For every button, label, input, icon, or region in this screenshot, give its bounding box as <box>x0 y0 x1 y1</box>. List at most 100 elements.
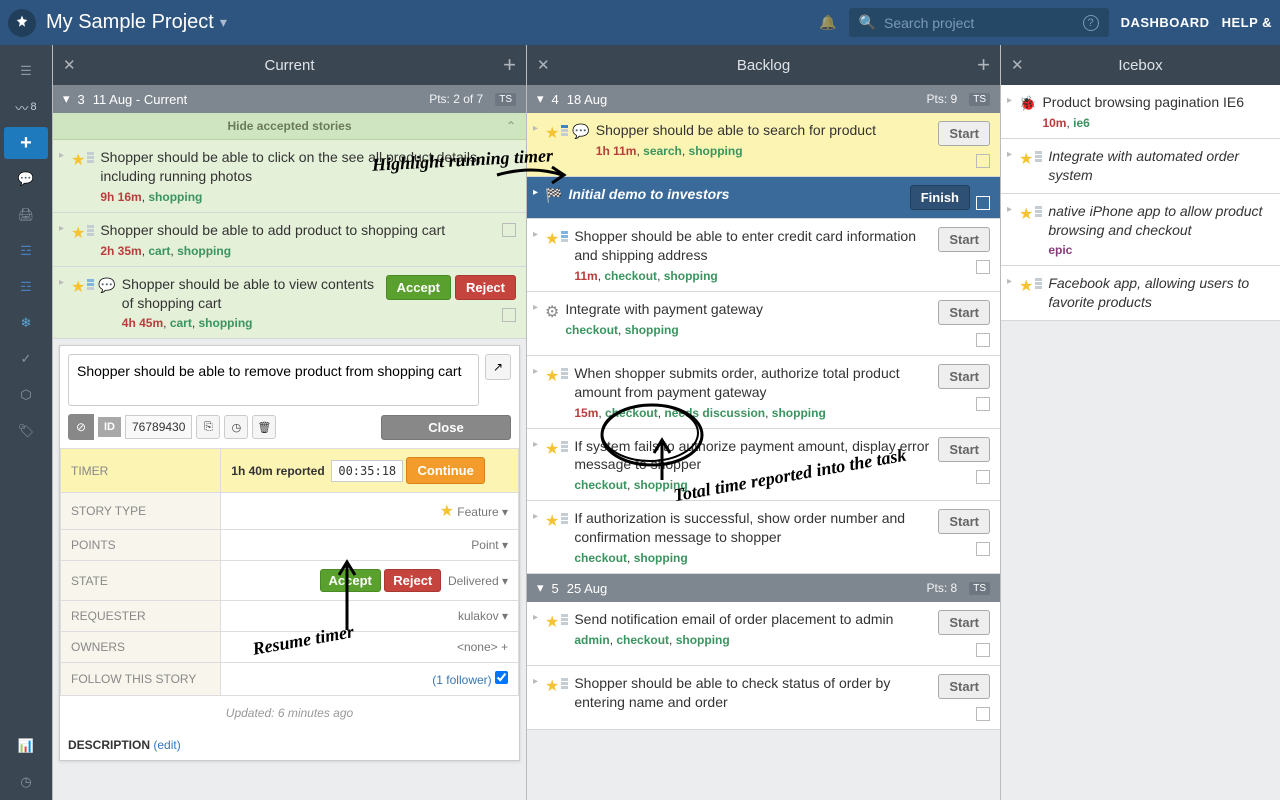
title-input[interactable] <box>68 354 479 406</box>
checkbox[interactable] <box>976 542 990 556</box>
star-icon: ★ <box>545 123 559 143</box>
story-row[interactable]: ▸★ If system fails to authorize payment … <box>527 429 1000 502</box>
close-icon[interactable]: ✕ <box>537 56 550 74</box>
story-row[interactable]: ▸⚙ Integrate with payment gateway checko… <box>527 292 1000 356</box>
story-row[interactable]: ▸★ Shopper should be able to click on th… <box>53 140 526 213</box>
copy-icon[interactable]: ⎘ <box>196 415 220 439</box>
activity-icon[interactable]: 〰 8 <box>4 91 48 123</box>
story-row[interactable]: ▸★ Shopper should be able to check statu… <box>527 666 1000 730</box>
follow-checkbox[interactable] <box>495 671 508 684</box>
history-icon[interactable]: ◷ <box>224 415 248 439</box>
add-button[interactable]: + <box>4 127 48 159</box>
iteration-header[interactable]: ▾3 11 Aug - Current Pts: 2 of 7TS <box>53 85 526 113</box>
dashboard-link[interactable]: DASHBOARD <box>1121 15 1210 30</box>
help-link[interactable]: HELP & <box>1222 15 1272 30</box>
help-icon[interactable]: ? <box>1083 15 1099 31</box>
close-icon[interactable]: ✕ <box>63 56 76 74</box>
accept-button[interactable]: Accept <box>386 275 451 300</box>
hide-accepted-toggle[interactable]: Hide accepted stories⌃ <box>53 113 526 140</box>
checkbox[interactable] <box>502 223 516 237</box>
checkbox[interactable] <box>976 397 990 411</box>
start-button[interactable]: Start <box>938 509 990 534</box>
search-input[interactable] <box>884 15 1075 31</box>
checkbox[interactable] <box>976 154 990 168</box>
start-button[interactable]: Start <box>938 437 990 462</box>
reject-button[interactable]: Reject <box>384 569 441 592</box>
close-button[interactable]: Close <box>381 415 511 440</box>
story-row[interactable]: ▸★ Facebook app, allowing users to favor… <box>1001 266 1280 321</box>
logo-icon[interactable] <box>8 9 36 37</box>
comment-icon: 💬 <box>572 123 589 140</box>
close-icon[interactable]: ✕ <box>1011 56 1024 74</box>
story-row[interactable]: ▸★ native iPhone app to allow product br… <box>1001 194 1280 267</box>
story-row[interactable]: ▸★💬 Shopper should be able to search for… <box>527 113 1000 177</box>
comment-icon: 💬 <box>98 277 115 294</box>
checkbox[interactable] <box>976 470 990 484</box>
start-button[interactable]: Start <box>938 364 990 389</box>
checkbox[interactable] <box>976 196 990 210</box>
list1-icon[interactable]: ☲ <box>4 235 48 267</box>
star-icon: ★ <box>1019 276 1033 296</box>
panel-current: ✕ Current + ▾3 11 Aug - Current Pts: 2 o… <box>52 45 526 800</box>
story-row[interactable]: ▸★ Shopper should be able to enter credi… <box>527 219 1000 292</box>
story-row[interactable]: ▸★ If authorization is successful, show … <box>527 501 1000 574</box>
start-button[interactable]: Start <box>938 674 990 699</box>
tag-icon[interactable]: 🏷 <box>4 415 48 447</box>
trash-icon[interactable]: 🗑 <box>252 415 276 439</box>
shield-icon[interactable]: ⬡ <box>4 379 48 411</box>
chevron-down-icon[interactable]: ▾ <box>220 14 227 31</box>
star-icon: ★ <box>545 676 559 696</box>
gear-icon: ⚙ <box>545 302 559 322</box>
start-button[interactable]: Start <box>938 300 990 325</box>
story-row[interactable]: ▸★ Send notification email of order plac… <box>527 602 1000 666</box>
story-row[interactable]: ▸🐞 Product browsing pagination IE6 10m, … <box>1001 85 1280 139</box>
panel-backlog: ✕ Backlog + ▾418 Aug Pts: 9TS ▸★💬 Shoppe… <box>526 45 1000 800</box>
menu-icon[interactable]: ☰ <box>4 55 48 87</box>
finish-button[interactable]: Finish <box>910 185 970 210</box>
reject-button[interactable]: Reject <box>455 275 516 300</box>
link-icon[interactable]: ⊘ <box>68 414 94 440</box>
checkbox[interactable] <box>976 707 990 721</box>
star-icon: ★ <box>71 277 85 297</box>
check-icon[interactable]: ✓ <box>4 343 48 375</box>
story-row[interactable]: ▸★ Shopper should be able to add product… <box>53 213 526 267</box>
star-icon: ★ <box>545 511 559 531</box>
timer-value: 00:35:18 <box>331 460 403 482</box>
iteration-header[interactable]: ▾418 Aug Pts: 9TS <box>527 85 1000 113</box>
star-icon: ★ <box>545 366 559 386</box>
star-icon: ★ <box>545 612 559 632</box>
flag-icon: 🏁 <box>545 187 562 204</box>
snowflake-icon[interactable]: ❄ <box>4 307 48 339</box>
edit-link[interactable]: (edit) <box>153 738 180 752</box>
story-detail: ↗ ⊘ ID 76789430 ⎘ ◷ 🗑 Close TIMER 1h 40m… <box>59 345 520 761</box>
story-row[interactable]: ▸🏁 Initial demo to investors Finish <box>527 177 1000 219</box>
add-story-icon[interactable]: + <box>503 52 516 78</box>
checkbox[interactable] <box>976 643 990 657</box>
chat-icon[interactable]: 💬 <box>4 163 48 195</box>
checkbox[interactable] <box>502 308 516 322</box>
expand-icon[interactable]: ↗ <box>485 354 511 380</box>
project-title[interactable]: My Sample Project <box>46 11 214 34</box>
story-row[interactable]: ▸★ When shopper submits order, authorize… <box>527 356 1000 429</box>
add-story-icon[interactable]: + <box>977 52 990 78</box>
accept-button[interactable]: Accept <box>320 569 381 592</box>
bell-icon[interactable]: 🔔 <box>819 14 836 31</box>
bug-icon: 🐞 <box>1019 95 1036 112</box>
iteration-header[interactable]: ▾525 Aug Pts: 8TS <box>527 574 1000 602</box>
start-button[interactable]: Start <box>938 121 990 146</box>
continue-button[interactable]: Continue <box>406 457 484 484</box>
app-header: My Sample Project ▾ 🔔 🔍 ? DASHBOARD HELP… <box>0 0 1280 45</box>
clock-icon[interactable]: ◷ <box>4 766 48 798</box>
print-icon[interactable]: 🖨 <box>4 199 48 231</box>
start-button[interactable]: Start <box>938 610 990 635</box>
story-row[interactable]: ▸★ Integrate with automated order system <box>1001 139 1280 194</box>
checkbox[interactable] <box>976 333 990 347</box>
list2-icon[interactable]: ☲ <box>4 271 48 303</box>
search-input-wrap[interactable]: 🔍 ? <box>849 8 1109 37</box>
updated-label: Updated: 6 minutes ago <box>60 696 519 730</box>
story-row[interactable]: ▸★💬 Shopper should be able to view conte… <box>53 267 526 340</box>
chart-icon[interactable]: 📊 <box>4 730 48 762</box>
star-icon: ★ <box>71 223 85 243</box>
checkbox[interactable] <box>976 260 990 274</box>
start-button[interactable]: Start <box>938 227 990 252</box>
